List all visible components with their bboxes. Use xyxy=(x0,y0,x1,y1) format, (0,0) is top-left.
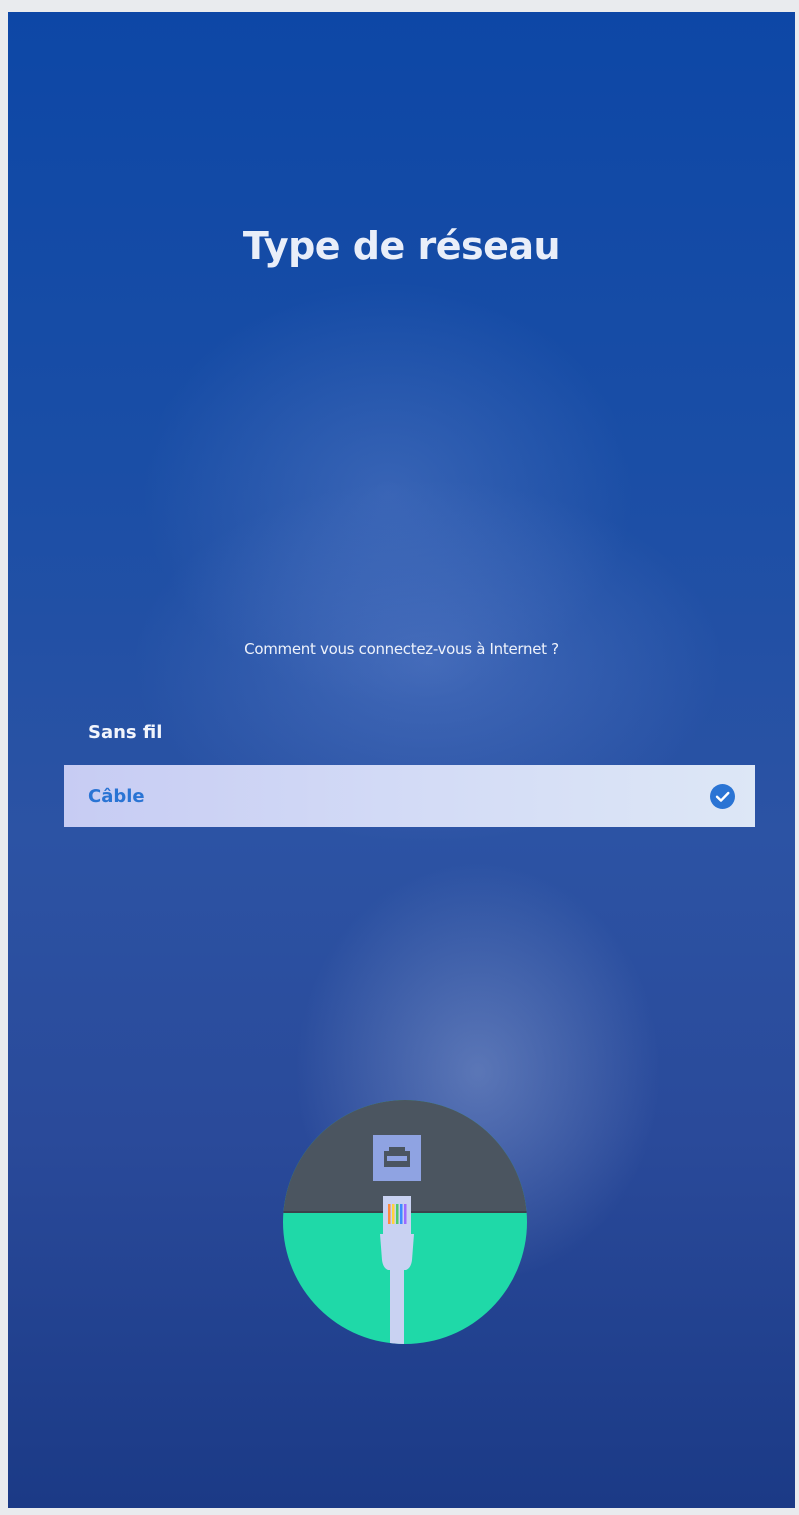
option-cable-label: Câble xyxy=(88,785,145,807)
option-cable[interactable]: Câble xyxy=(64,765,755,827)
option-wireless[interactable]: Sans fil xyxy=(64,701,755,763)
page-title: Type de réseau xyxy=(242,224,561,268)
network-question: Comment vous connectez-vous à Internet ? xyxy=(244,640,559,658)
check-circle-icon xyxy=(710,784,735,809)
tv-screen: Type de réseau Comment vous connectez-vo… xyxy=(8,12,795,1508)
option-wireless-label: Sans fil xyxy=(88,721,163,743)
ethernet-cable-icon xyxy=(283,1100,527,1344)
